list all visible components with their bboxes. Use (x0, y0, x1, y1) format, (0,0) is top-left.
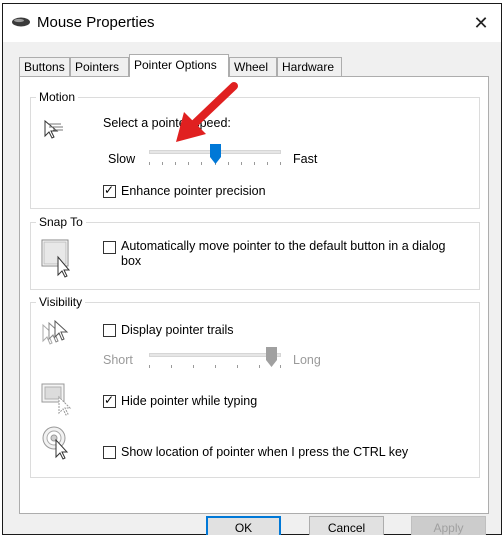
tab-pointers[interactable]: Pointers (70, 57, 129, 76)
hide-while-typing-label: Hide pointer while typing (121, 394, 258, 408)
hide-pointer-icon (41, 383, 75, 420)
pointer-options-panel: Motion Select a pointer speed: Slow Fast… (19, 76, 489, 514)
pointer-trails-label: Display pointer trails (121, 323, 234, 337)
show-location-checkbox[interactable] (103, 446, 116, 459)
auto-snap-label-line2: box (121, 254, 142, 268)
close-icon: ✕ (473, 12, 489, 33)
pointer-trails-checkbox[interactable] (103, 324, 116, 337)
apply-button[interactable]: Apply (411, 516, 486, 535)
tab-wheel[interactable]: Wheel (229, 57, 277, 76)
title-bar: Mouse Properties ✕ (3, 4, 501, 42)
fast-label: Fast (293, 152, 318, 166)
cancel-button[interactable]: Cancel (309, 516, 384, 535)
trails-length-slider-thumb[interactable] (265, 347, 277, 370)
tab-hardware[interactable]: Hardware (277, 57, 342, 76)
checkmark-icon: ✓ (104, 183, 115, 197)
red-arrow-icon (170, 80, 242, 153)
tab-buttons[interactable]: Buttons (19, 57, 70, 76)
mouse-properties-window: Mouse Properties ✕ Buttons Pointers Poin… (2, 3, 502, 535)
hide-while-typing-checkbox[interactable]: ✓ (103, 393, 116, 408)
snap-to-icon (41, 239, 75, 282)
trails-length-ticks (149, 365, 281, 369)
pointer-speed-icon (41, 118, 65, 143)
enhance-precision-label: Enhance pointer precision (121, 184, 266, 198)
tab-pointer-options[interactable]: Pointer Options (129, 54, 229, 77)
ok-button[interactable]: OK (206, 516, 281, 535)
snap-to-group-label: Snap To (36, 215, 86, 229)
show-location-label: Show location of pointer when I press th… (121, 445, 409, 459)
trails-length-track (149, 353, 281, 357)
mouse-icon (11, 16, 31, 31)
slow-label: Slow (108, 152, 136, 166)
checkmark-icon: ✓ (104, 393, 115, 407)
visibility-group-label: Visibility (36, 295, 86, 309)
motion-group-label: Motion (36, 90, 79, 104)
close-button[interactable]: ✕ (461, 4, 501, 42)
auto-snap-label-line1: Automatically move pointer to the defaul… (121, 239, 446, 253)
motion-group: Motion Select a pointer speed: Slow Fast… (30, 90, 480, 209)
pointer-trails-icon (41, 319, 75, 352)
long-label: Long (293, 353, 321, 367)
auto-snap-checkbox[interactable] (103, 241, 116, 254)
show-location-icon (41, 425, 73, 464)
snap-to-group: Snap To Automatically move pointer to th… (30, 215, 480, 290)
short-label: Short (103, 353, 133, 367)
enhance-precision-checkbox[interactable]: ✓ (103, 183, 116, 198)
visibility-group: Visibility Display pointer trails Short (30, 295, 480, 478)
window-title: Mouse Properties (37, 14, 155, 31)
